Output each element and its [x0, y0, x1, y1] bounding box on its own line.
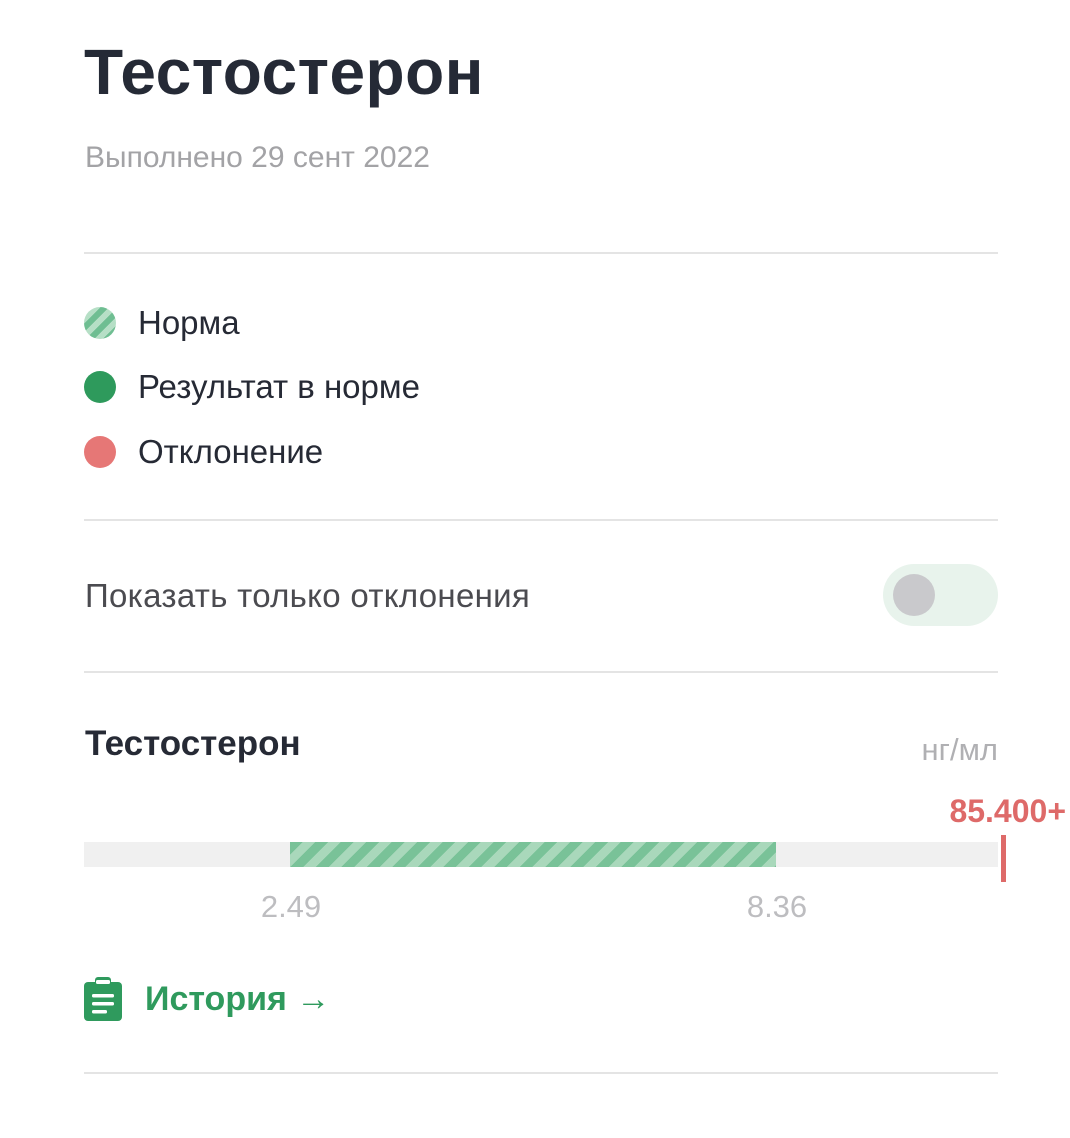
reference-range-bar	[84, 842, 998, 867]
history-link-label: История →	[145, 979, 331, 1018]
deviations-only-label: Показать только отклонения	[85, 577, 531, 614]
legend-label-result-normal: Результат в норме	[138, 368, 420, 405]
legend-label-deviation: Отклонение	[138, 433, 324, 470]
red-circle-icon	[84, 436, 116, 468]
completion-date: Выполнено 29 сент 2022	[85, 141, 430, 174]
clipboard-icon	[84, 977, 122, 1021]
legend-item-deviation: Отклонение	[84, 432, 323, 472]
legend-item-norm: Норма	[84, 303, 240, 343]
result-value: 85.400+	[949, 793, 1066, 829]
divider	[84, 519, 998, 521]
test-name: Тестостерон	[85, 724, 301, 763]
range-low-label: 2.49	[260, 889, 322, 924]
divider	[84, 671, 998, 673]
striped-circle-icon	[84, 307, 116, 339]
legend-label-norm: Норма	[138, 304, 240, 341]
toggle-knob	[893, 574, 935, 616]
history-link[interactable]: История →	[84, 976, 330, 1022]
divider	[84, 252, 998, 254]
green-circle-icon	[84, 371, 116, 403]
test-unit: нг/мл	[921, 732, 998, 767]
divider	[84, 1072, 998, 1074]
page-title: Тестостерон	[84, 36, 484, 108]
range-high-label: 8.36	[746, 889, 808, 924]
deviations-only-toggle[interactable]	[883, 564, 998, 626]
legend-item-result-normal: Результат в норме	[84, 367, 420, 407]
normal-range-segment	[290, 842, 776, 867]
result-marker	[1001, 835, 1006, 882]
